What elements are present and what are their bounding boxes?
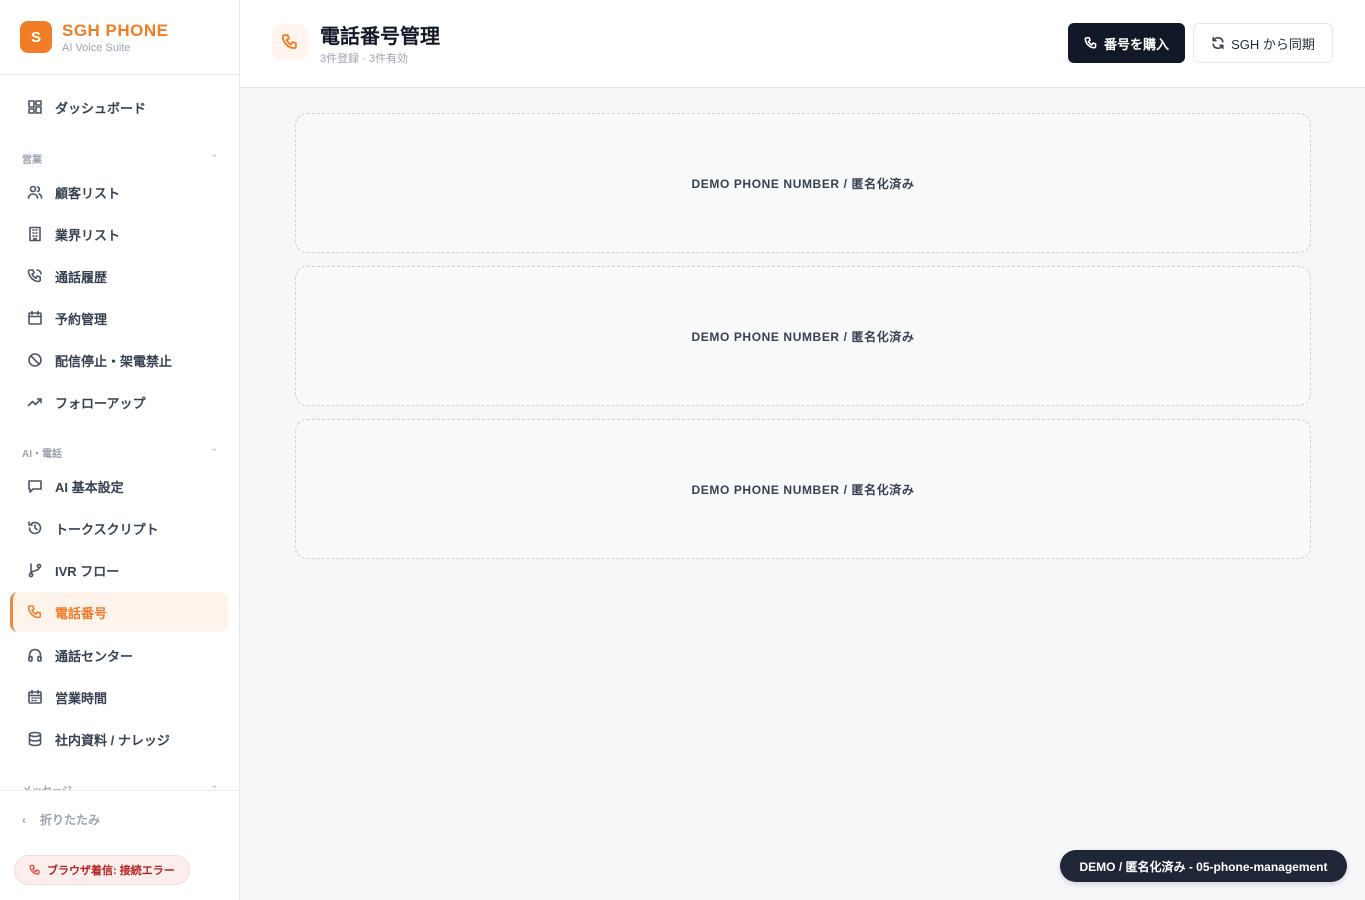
sync-label: SGH から同期: [1231, 36, 1315, 52]
phone-icon: [1084, 36, 1097, 49]
sidebar-item-ai-settings[interactable]: AI 基本設定: [10, 466, 228, 506]
git-branch-icon: [27, 562, 43, 578]
calendar-icon: [27, 310, 43, 326]
buy-number-label: 番号を購入: [1103, 36, 1169, 52]
sidebar-item-label: 業界リスト: [55, 227, 121, 243]
section-ai-label: AI・電話: [22, 448, 62, 460]
users-icon: [27, 184, 43, 200]
buy-number-button[interactable]: 番号を購入: [1068, 23, 1185, 63]
sync-button[interactable]: SGH から同期: [1193, 23, 1333, 63]
calendar-icon: [27, 689, 43, 705]
sidebar-item-label: 通話センター: [55, 648, 134, 664]
chevron-up-icon: ⌃: [210, 446, 218, 457]
sidebar-item-label: トークスクリプト: [55, 521, 159, 537]
section-sales-header[interactable]: 営業 ⌃: [22, 150, 218, 166]
sidebar-item-call-center[interactable]: 通話センター: [10, 635, 228, 675]
brand-logo: S: [20, 21, 52, 53]
sidebar-item-phone-numbers[interactable]: 電話番号: [10, 592, 228, 632]
phone-number-card[interactable]: DEMO PHONE NUMBER / 匿名化済み: [295, 419, 1311, 559]
sidebar-item-industries[interactable]: 業界リスト: [10, 214, 228, 254]
sidebar-item-label: 配信停止・架電禁止: [55, 353, 173, 369]
sidebar-item-business-hours[interactable]: 営業時間: [10, 677, 228, 717]
chevron-up-icon: ⌃: [210, 152, 218, 163]
sidebar-item-knowledge[interactable]: 社内資料 / ナレッジ: [10, 719, 228, 759]
phone-icon: [27, 604, 43, 620]
collapse-sidebar-button[interactable]: ‹ 折りたたみ: [22, 811, 100, 828]
sidebar-item-label: 予約管理: [55, 311, 108, 327]
database-icon: [27, 731, 43, 747]
building-icon: [27, 226, 43, 242]
sidebar-item-label: 通話履歴: [55, 269, 108, 285]
trending-up-icon: [27, 394, 43, 410]
sidebar: S SGH PHONE AI Voice Suite ダッシュボード 営業 ⌃ …: [0, 0, 240, 900]
page-title: 電話番号管理: [320, 26, 440, 48]
phone-icon: [272, 24, 308, 60]
demo-badge: DEMO / 匿名化済み - 05-phone-management: [1060, 850, 1347, 882]
chevron-left-icon: ‹: [22, 812, 26, 827]
call-status-label: ブラウザ着信: 接続エラー: [47, 865, 175, 877]
sidebar-item-talk-script[interactable]: トークスクリプト: [10, 508, 228, 548]
phone-number-card[interactable]: DEMO PHONE NUMBER / 匿名化済み: [295, 266, 1311, 406]
phone-number-placeholder: DEMO PHONE NUMBER / 匿名化済み: [691, 329, 915, 344]
browser-call-status-badge[interactable]: ブラウザ着信: 接続エラー: [14, 855, 190, 885]
brand-name: SGH PHONE: [62, 20, 169, 40]
ban-icon: [27, 352, 43, 368]
section-messages-label: メッセージ: [22, 782, 72, 791]
sidebar-item-ivr-flow[interactable]: IVR フロー: [10, 550, 228, 590]
phone-number-placeholder: DEMO PHONE NUMBER / 匿名化済み: [691, 482, 915, 497]
sidebar-item-label: AI 基本設定: [55, 479, 124, 495]
sidebar-item-follow-up[interactable]: フォローアップ: [10, 382, 228, 422]
brand-subtitle: AI Voice Suite: [62, 41, 131, 54]
message-square-icon: [27, 478, 43, 494]
history-icon: [27, 520, 43, 536]
dashboard-grid-icon: [27, 99, 43, 115]
phone-icon: [29, 864, 40, 875]
page-subtitle: 3件登録 · 3件有効: [320, 53, 409, 65]
sidebar-item-label: 営業時間: [55, 690, 108, 706]
sidebar-item-label: IVR フロー: [55, 563, 120, 579]
section-messages-header[interactable]: メッセージ ⌃: [22, 781, 218, 791]
collapse-label: 折りたたみ: [40, 813, 101, 827]
sidebar-item-label: 顧客リスト: [55, 185, 121, 201]
headphones-icon: [27, 647, 43, 663]
sidebar-item-do-not-call[interactable]: 配信停止・架電禁止: [10, 340, 228, 380]
sidebar-item-reservations[interactable]: 予約管理: [10, 298, 228, 338]
page-header: 電話番号管理 3件登録 · 3件有効 番号を購入 SGH から同期: [240, 0, 1365, 88]
section-sales-label: 営業: [22, 154, 42, 166]
phone-number-placeholder: DEMO PHONE NUMBER / 匿名化済み: [691, 176, 915, 191]
sidebar-item-customers[interactable]: 顧客リスト: [10, 172, 228, 212]
sidebar-item-label: ダッシュボード: [55, 100, 147, 116]
sidebar-item-label: 社内資料 / ナレッジ: [55, 732, 170, 748]
sidebar-item-label: フォローアップ: [55, 395, 146, 411]
sidebar-item-dashboard[interactable]: ダッシュボード: [10, 87, 228, 127]
sidebar-nav: ダッシュボード 営業 ⌃ 顧客リスト 業界リスト 通話履歴 予約管理 配信停止・…: [0, 75, 239, 790]
sidebar-item-label: 電話番号: [55, 605, 108, 621]
sidebar-footer: ‹ 折りたたみ ブラウザ着信: 接続エラー: [0, 790, 239, 900]
phone-history-icon: [27, 268, 43, 284]
refresh-icon: [1212, 36, 1224, 50]
sidebar-item-call-history[interactable]: 通話履歴: [10, 256, 228, 296]
phone-number-card[interactable]: DEMO PHONE NUMBER / 匿名化済み: [295, 113, 1311, 253]
brand[interactable]: S SGH PHONE AI Voice Suite: [0, 0, 239, 75]
section-ai-header[interactable]: AI・電話 ⌃: [22, 444, 218, 460]
